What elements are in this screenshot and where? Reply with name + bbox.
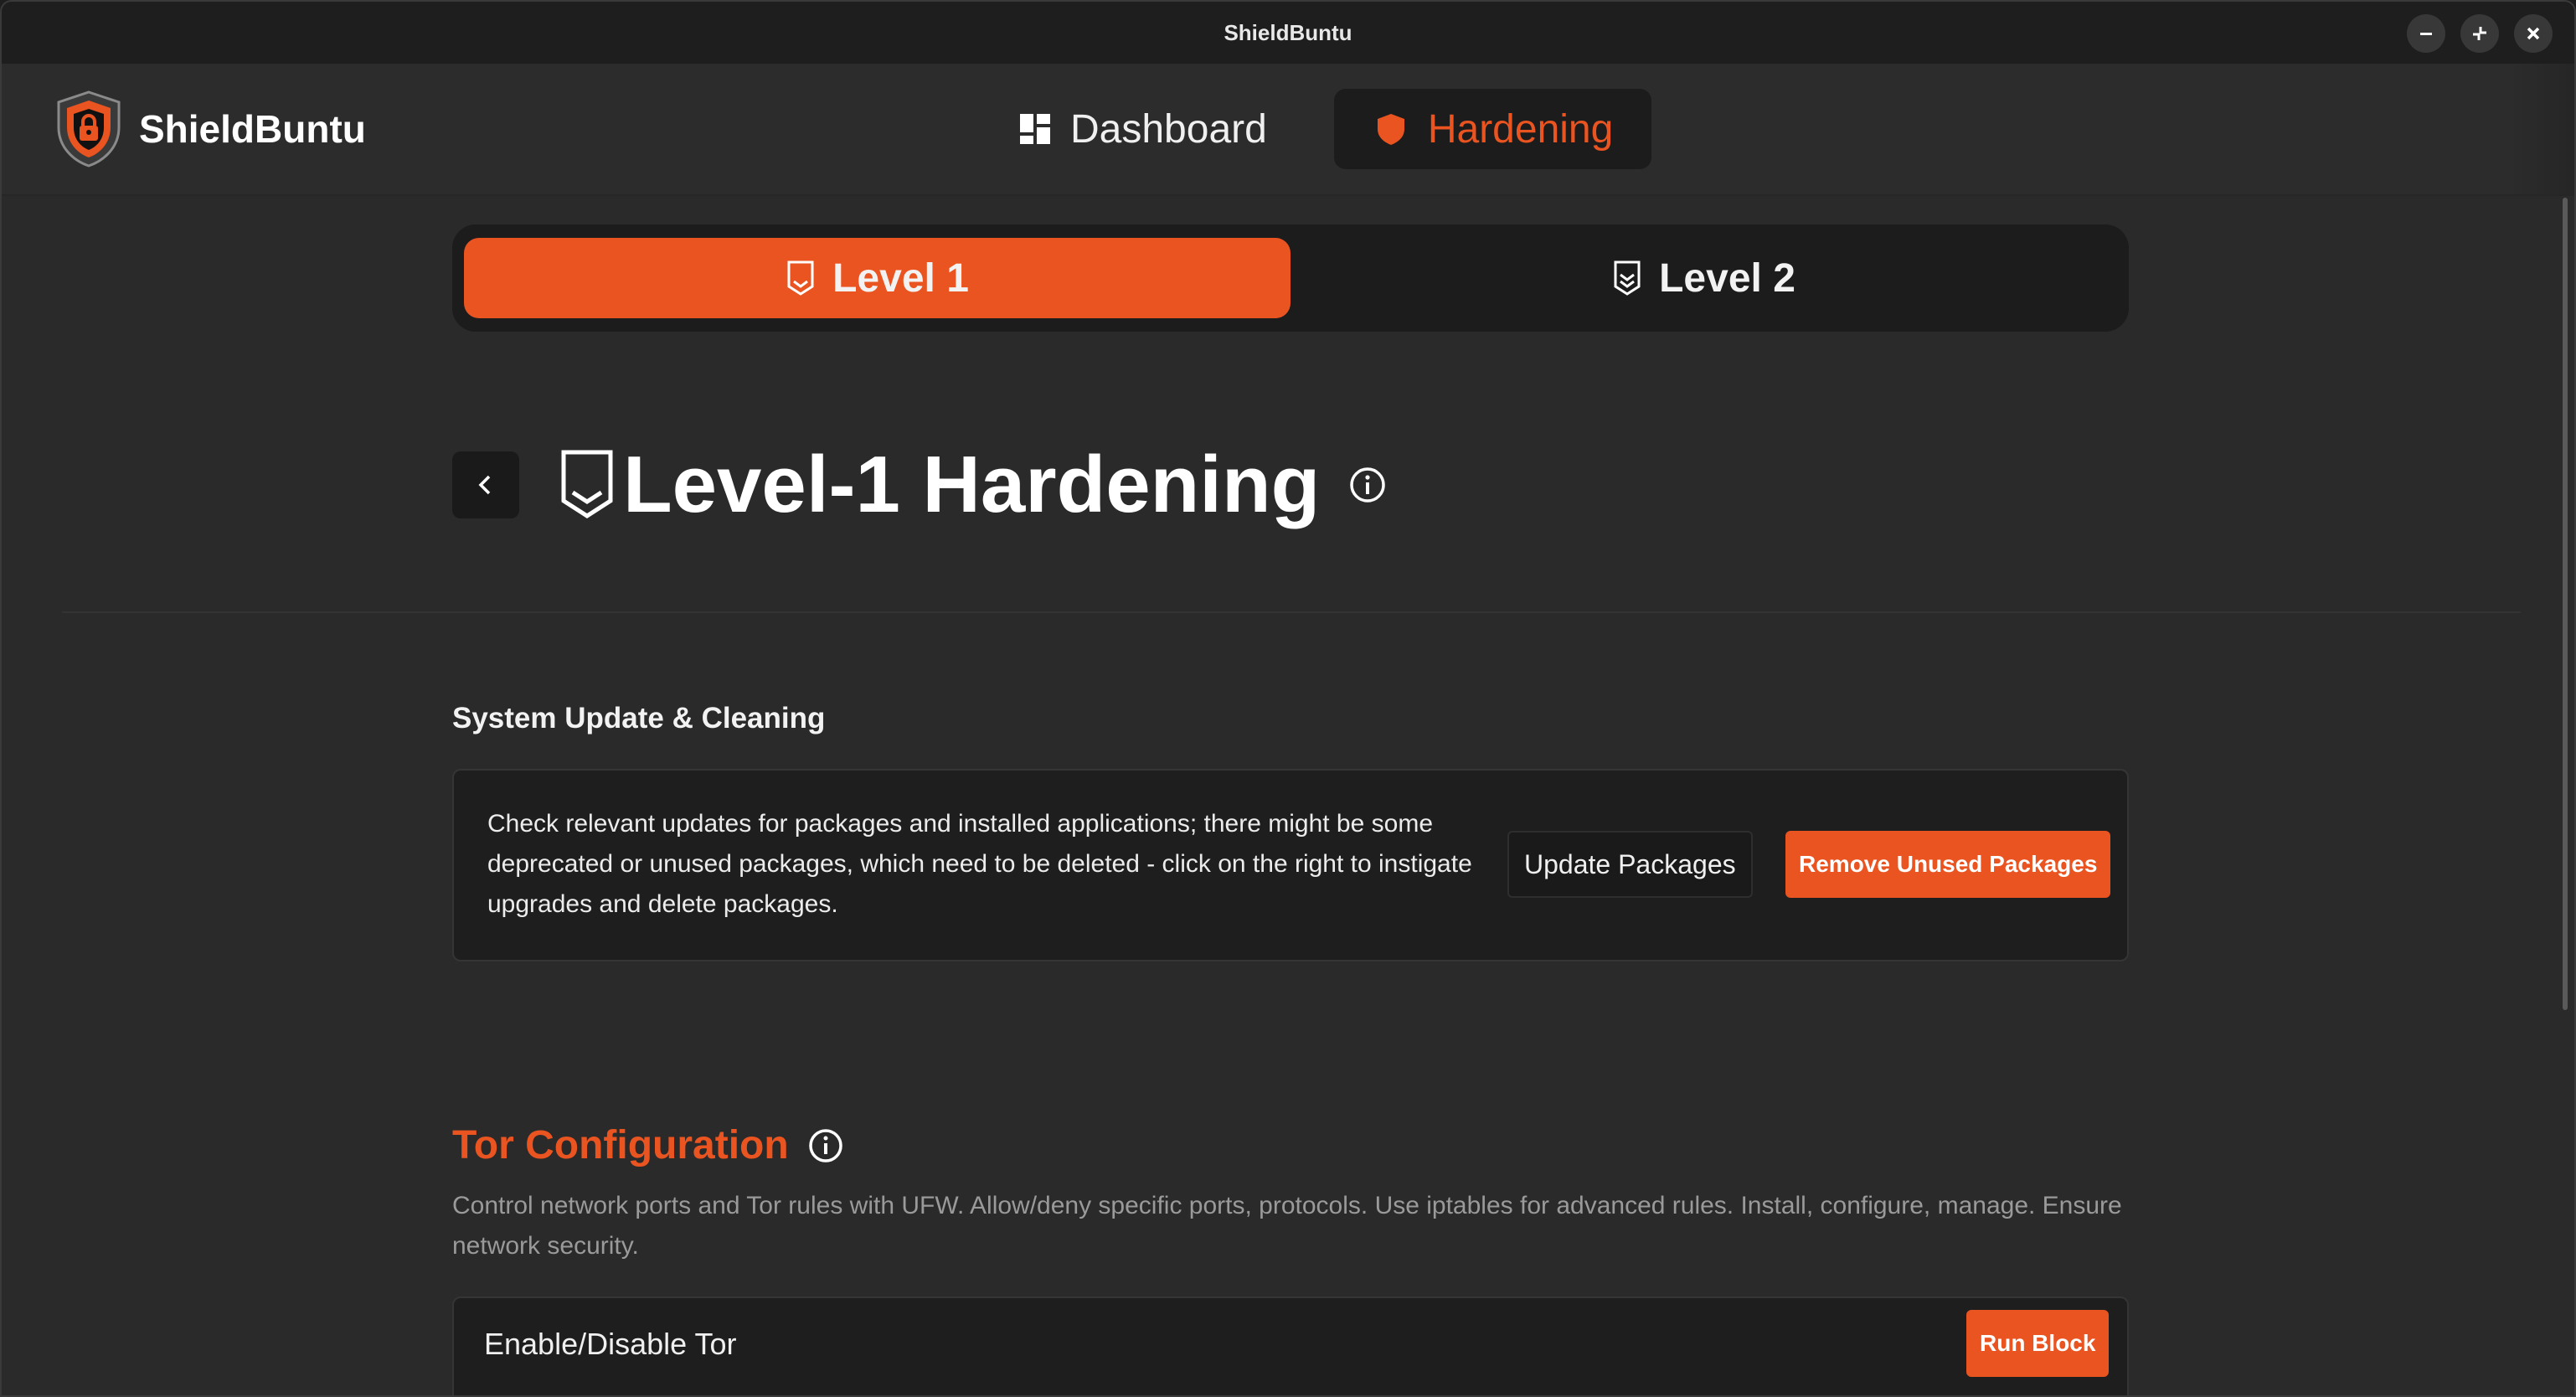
page-heading: Level-1 Hardening [452,439,1387,531]
app-header: ShieldBuntu Dashboard Hardening [2,64,2574,196]
remove-unused-packages-button[interactable]: Remove Unused Packages [1785,831,2111,898]
nav-dashboard[interactable]: Dashboard [980,89,1306,169]
tab-level-2-label: Level 2 [1659,255,1795,301]
window-controls [2407,14,2553,53]
tab-level-2[interactable]: Level 2 [1291,238,2117,318]
page-title: Level-1 Hardening [623,440,1321,529]
divider [62,611,2521,613]
shield-lock-icon [57,90,121,168]
system-update-description: Check relevant updates for packages and … [487,810,1472,918]
window-title: ShieldBuntu [1224,19,1352,45]
brand[interactable]: ShieldBuntu [54,89,366,169]
brand-name: ShieldBuntu [139,107,366,151]
tor-row-label: Enable/Disable Tor [484,1327,737,1361]
chevron-left-icon [478,475,491,495]
shield-chevron-icon [561,450,613,518]
nav-hardening-label: Hardening [1427,106,1614,152]
page-info-button[interactable] [1348,466,1387,504]
app-window: ShieldBuntu ShieldBuntu Dashboard Harden… [0,0,2576,1397]
system-update-card: Check relevant updates for packages and … [452,769,2129,961]
main-nav: Dashboard Hardening [980,89,1652,169]
main-content: Level 1 Level 2 Level-1 Hardening System… [2,196,2574,1395]
title-bar: ShieldBuntu [2,2,2574,64]
close-icon [2527,27,2540,40]
level-tabs: Level 1 Level 2 [452,224,2129,332]
close-button[interactable] [2514,14,2553,53]
tab-level-1-label: Level 1 [832,255,969,301]
minimize-icon [2420,33,2432,35]
vertical-scrollbar[interactable] [2563,198,2568,1010]
tor-heading: Tor Configuration [452,1122,844,1168]
restore-button[interactable] [2460,14,2499,53]
system-update-section-title: System Update & Cleaning [452,702,826,735]
tor-section-title: Tor Configuration [452,1123,789,1168]
minimize-button[interactable] [2407,14,2445,53]
tab-level-1[interactable]: Level 1 [464,238,1291,318]
info-icon [1350,467,1385,503]
back-button[interactable] [452,451,519,518]
shield-double-chevron-icon [1614,260,1641,296]
nav-dashboard-label: Dashboard [1070,106,1267,152]
shield-icon [1377,114,1404,145]
shield-chevron-icon [787,260,814,296]
info-icon[interactable] [807,1127,844,1164]
tor-toggle-card: Enable/Disable Tor Run Block [452,1296,2129,1395]
tor-description: Control network ports and Tor rules with… [452,1192,2122,1260]
restore-icon [2473,27,2486,40]
nav-hardening[interactable]: Hardening [1333,89,1652,169]
update-packages-button[interactable]: Update Packages [1507,831,1753,898]
dashboard-icon [1020,114,1050,144]
run-block-button[interactable]: Run Block [1966,1310,2110,1377]
header-edge-shade [2507,64,2574,194]
